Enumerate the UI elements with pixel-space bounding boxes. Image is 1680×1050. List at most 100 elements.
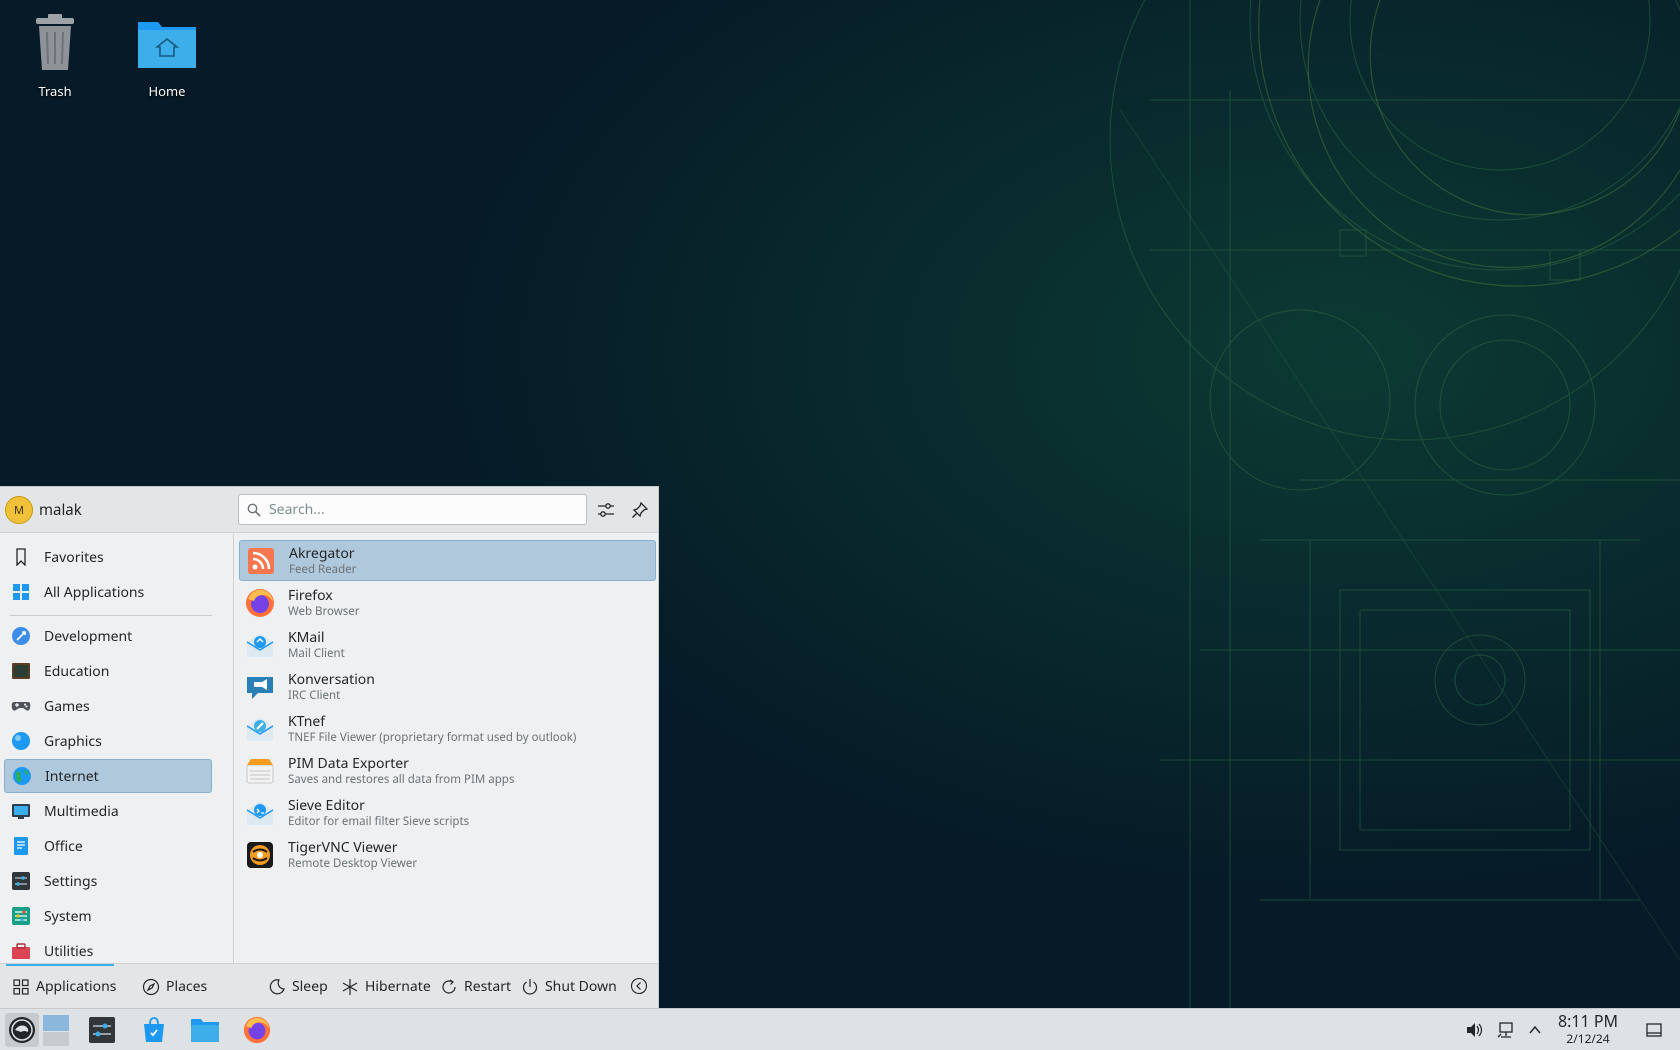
chat-icon <box>247 676 273 699</box>
multimedia-icon <box>11 801 31 821</box>
sleep-button[interactable]: Sleep <box>268 977 328 996</box>
digital-clock[interactable]: 8:11 PM 2/12/24 <box>1553 1010 1623 1047</box>
desktop-icon-label: Home <box>148 82 186 100</box>
pin-button[interactable] <box>628 498 652 522</box>
grid-icon <box>11 582 31 602</box>
clock-time: 8:11 PM <box>1557 1010 1619 1032</box>
taskbar-firefox[interactable] <box>240 1013 274 1047</box>
chevron-left-icon <box>630 977 648 995</box>
rss-icon <box>248 547 274 574</box>
app-description: Remote Desktop Viewer <box>288 855 418 871</box>
category-separator <box>10 615 212 616</box>
taskbar-discover[interactable] <box>137 1013 171 1047</box>
category-multimedia[interactable]: Multimedia <box>4 794 212 828</box>
trash-icon <box>36 14 74 70</box>
category-label: Multimedia <box>44 801 119 821</box>
search-icon <box>247 503 261 517</box>
firefox-icon <box>246 588 274 617</box>
peek-desktop-button[interactable] <box>1640 1013 1668 1047</box>
app-description: TNEF File Viewer (proprietary format use… <box>288 729 577 745</box>
app-item-firefox[interactable]: Firefox Web Browser <box>239 582 656 623</box>
desktop-icon-trash[interactable]: Trash <box>10 12 100 100</box>
pager-button[interactable] <box>41 1013 71 1047</box>
search-box[interactable] <box>238 494 587 525</box>
app-item-konversation[interactable]: Konversation IRC Client <box>239 666 656 707</box>
app-item-akregator[interactable]: Akregator Feed Reader <box>239 540 656 581</box>
active-tab-indicator <box>6 964 114 966</box>
app-item-kmail[interactable]: KMail Mail Client <box>239 624 656 665</box>
session-more-button[interactable] <box>630 977 654 995</box>
category-label: System <box>44 906 92 926</box>
search-input[interactable] <box>269 500 586 519</box>
pin-icon <box>632 501 649 518</box>
compass-icon <box>142 978 160 996</box>
hibernate-button[interactable]: Hibernate <box>341 977 431 996</box>
app-description: Saves and restores all data from PIM app… <box>288 771 515 787</box>
sleep-icon <box>268 978 286 996</box>
desktop-icon-home[interactable]: Home <box>122 12 212 100</box>
taskbar: 8:11 PM 2/12/24 <box>0 1008 1680 1050</box>
category-all-applications[interactable]: All Applications <box>4 575 212 609</box>
ktnef-icon <box>246 716 274 741</box>
discover-store-icon <box>144 1017 164 1042</box>
configure-button[interactable] <box>594 498 618 522</box>
clock-date: 2/12/24 <box>1566 1030 1610 1047</box>
avatar[interactable]: M <box>5 496 33 524</box>
desktop-icon-label: Trash <box>38 82 72 100</box>
app-description: Web Browser <box>288 603 360 619</box>
app-item-tigervnc-viewer[interactable]: TigerVNC Viewer Remote Desktop Viewer <box>239 834 656 875</box>
application-launcher-button[interactable] <box>5 1013 39 1047</box>
sliders-icon <box>598 503 614 517</box>
category-education[interactable]: Education <box>4 654 212 688</box>
category-label: Office <box>44 836 83 856</box>
utilities-icon <box>11 941 31 961</box>
development-icon <box>11 626 31 646</box>
hibernate-label: Hibernate <box>365 977 431 996</box>
sleep-label: Sleep <box>292 977 328 996</box>
category-games[interactable]: Games <box>4 689 212 723</box>
category-utilities[interactable]: Utilities <box>4 934 212 963</box>
app-item-pim-data-exporter[interactable]: PIM Data Exporter Saves and restores all… <box>239 750 656 791</box>
app-description: Feed Reader <box>289 561 357 577</box>
category-label: Favorites <box>44 547 104 567</box>
taskbar-dolphin[interactable] <box>188 1013 222 1047</box>
speaker-icon <box>1467 1023 1483 1037</box>
app-item-sieve-editor[interactable]: Sieve Editor Editor for email filter Sie… <box>239 792 656 833</box>
restart-label: Restart <box>464 977 512 996</box>
category-label: Education <box>44 661 110 681</box>
pane-divider <box>233 534 234 963</box>
taskbar-system-settings[interactable] <box>85 1013 119 1047</box>
network-button[interactable] <box>1492 1013 1520 1047</box>
places-tab[interactable]: Places <box>142 977 207 996</box>
app-name: PIM Data Exporter <box>288 753 409 773</box>
system-icon <box>11 906 31 926</box>
firefox-icon <box>243 1016 271 1044</box>
category-settings[interactable]: Settings <box>4 864 212 898</box>
applications-tab[interactable]: Applications <box>12 977 116 996</box>
app-description: Editor for email filter Sieve scripts <box>288 813 470 829</box>
restart-icon <box>440 978 458 996</box>
gamepad-icon <box>11 696 31 716</box>
app-name: Firefox <box>288 585 333 605</box>
username: malak <box>39 500 82 520</box>
category-label: Utilities <box>44 941 94 961</box>
category-label: Settings <box>44 871 98 891</box>
sieve-icon <box>246 800 274 825</box>
category-graphics[interactable]: Graphics <box>4 724 212 758</box>
category-favorites[interactable]: Favorites <box>4 540 212 574</box>
shutdown-button[interactable]: Shut Down <box>521 977 617 996</box>
office-icon <box>11 836 31 856</box>
app-name: Konversation <box>288 669 375 689</box>
restart-button[interactable]: Restart <box>440 977 511 996</box>
app-item-ktnef[interactable]: KTnef TNEF File Viewer (proprietary form… <box>239 708 656 749</box>
system-tray-expand-button[interactable] <box>1522 1013 1548 1047</box>
education-icon <box>11 661 31 681</box>
volume-button[interactable] <box>1460 1013 1488 1047</box>
application-launcher: M malak Fa <box>0 486 659 1009</box>
category-internet[interactable]: Internet <box>4 759 212 793</box>
category-system[interactable]: System <box>4 899 212 933</box>
system-settings-icon <box>89 1017 115 1043</box>
category-development[interactable]: Development <box>4 619 212 653</box>
snowflake-icon <box>341 978 359 996</box>
category-office[interactable]: Office <box>4 829 212 863</box>
